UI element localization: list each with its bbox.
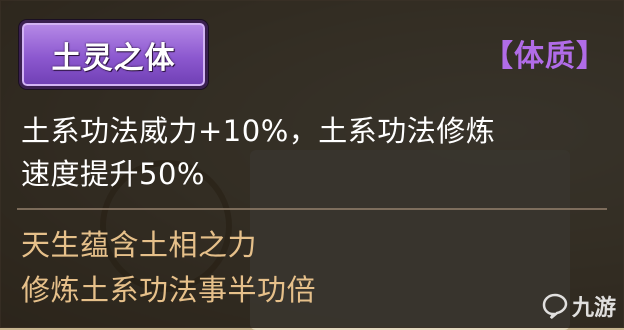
- trait-lore-line: 天生蕴含土相之力: [21, 228, 258, 262]
- site-watermark: 九游: [542, 290, 616, 322]
- trait-lore-line: 修炼土系功法事半功倍: [21, 273, 317, 307]
- trait-name-badge[interactable]: 土灵之体: [19, 20, 208, 89]
- trait-name-label: 土灵之体: [51, 40, 176, 76]
- watermark-text: 九游: [571, 296, 616, 321]
- trait-tooltip-panel: 土灵之体 【体质】 土系功法威力+10%，土系功法修炼 速度提升50% 天生蕴含…: [0, 0, 624, 328]
- trait-effect-text: 土系功法威力+10%，土系功法修炼 速度提升50%: [21, 110, 611, 196]
- trait-effect-line: 土系功法威力+10%，土系功法修炼: [21, 114, 496, 148]
- section-divider: [17, 208, 607, 210]
- trait-category-label: 【体质】: [483, 39, 607, 74]
- jiuyou-logo-icon: [542, 293, 568, 319]
- trait-lore-text: 天生蕴含土相之力 修炼土系功法事半功倍: [21, 223, 581, 313]
- trait-effect-line: 速度提升50%: [21, 157, 205, 191]
